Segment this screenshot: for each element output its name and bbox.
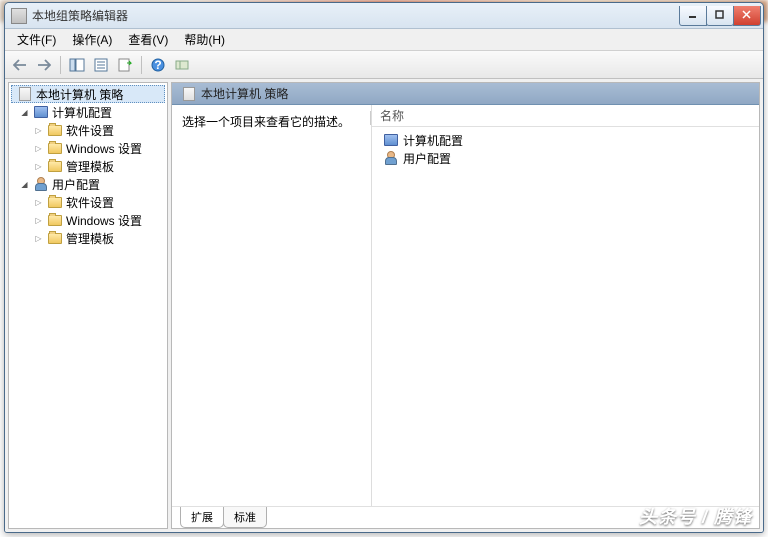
close-button[interactable] [733, 6, 761, 26]
tree-panel-icon [69, 57, 85, 73]
window-title: 本地组策略编辑器 [32, 7, 680, 24]
folder-icon [47, 231, 63, 245]
main-window: 本地组策略编辑器 文件(F) 操作(A) 查看(V) 帮助(H) [4, 2, 764, 533]
tree-label: 计算机配置 [52, 104, 112, 121]
app-icon [11, 8, 27, 24]
tree-toggle-icon[interactable] [33, 161, 44, 172]
help-button[interactable]: ? [147, 54, 169, 76]
tree-label: 用户配置 [52, 176, 100, 193]
description-text: 选择一个项目来查看它的描述。 [182, 115, 350, 129]
list-item-user-config[interactable]: 用户配置 [378, 149, 753, 167]
svg-text:?: ? [154, 58, 161, 72]
tree-toggle-icon[interactable] [33, 125, 44, 136]
export-button[interactable] [114, 54, 136, 76]
tree-user-config[interactable]: 用户配置 [11, 175, 165, 193]
menu-view[interactable]: 查看(V) [120, 29, 176, 50]
menu-action[interactable]: 操作(A) [64, 29, 120, 50]
filter-button[interactable] [171, 54, 193, 76]
tree-software-settings[interactable]: 软件设置 [11, 121, 165, 139]
tab-standard[interactable]: 标准 [223, 507, 267, 528]
content-header: 本地计算机 策略 [172, 83, 759, 105]
description-column: 选择一个项目来查看它的描述。 [172, 105, 372, 506]
tree-toggle-icon[interactable] [33, 143, 44, 154]
tree-windows-settings[interactable]: Windows 设置 [11, 211, 165, 229]
tree-panel[interactable]: 本地计算机 策略 计算机配置 软件设置 Windows 设置 [8, 82, 168, 529]
user-icon [383, 151, 399, 165]
computer-icon [383, 133, 399, 147]
menu-file[interactable]: 文件(F) [9, 29, 64, 50]
properties-button[interactable] [90, 54, 112, 76]
folder-icon [47, 195, 63, 209]
tree-root[interactable]: 本地计算机 策略 [11, 85, 165, 103]
tree-toggle-icon[interactable] [33, 215, 44, 226]
maximize-icon [715, 10, 725, 20]
computer-icon [33, 105, 49, 119]
content-panel: 本地计算机 策略 选择一个项目来查看它的描述。 名称 计算机配置 [171, 82, 760, 529]
tree-toggle-icon[interactable] [19, 107, 30, 118]
properties-icon [93, 57, 109, 73]
client-area: 本地计算机 策略 计算机配置 软件设置 Windows 设置 [5, 79, 763, 532]
tree-label: Windows 设置 [66, 212, 142, 229]
tree-software-settings[interactable]: 软件设置 [11, 193, 165, 211]
tree-admin-templates[interactable]: 管理模板 [11, 157, 165, 175]
list-item-label: 计算机配置 [403, 132, 463, 149]
help-icon: ? [150, 57, 166, 73]
list-items: 计算机配置 用户配置 [372, 127, 759, 171]
arrow-left-icon [13, 59, 27, 71]
filter-icon [174, 57, 190, 73]
menu-help[interactable]: 帮助(H) [176, 29, 233, 50]
list-item-label: 用户配置 [403, 150, 451, 167]
content-header-text: 本地计算机 策略 [201, 85, 288, 102]
tree-label: 管理模板 [66, 230, 114, 247]
minimize-button[interactable] [679, 6, 707, 26]
tree-label: 本地计算机 策略 [36, 86, 123, 103]
window-controls [680, 6, 761, 26]
toolbar-separator [60, 56, 61, 74]
toolbar: ? [5, 51, 763, 79]
minimize-icon [688, 10, 698, 20]
policy-icon [181, 87, 197, 101]
watermark: 头条号 / 腾锋 [639, 503, 752, 529]
content-body: 选择一个项目来查看它的描述。 名称 计算机配置 用户配置 [172, 105, 759, 506]
folder-icon [47, 141, 63, 155]
tree-windows-settings[interactable]: Windows 设置 [11, 139, 165, 157]
tree-label: Windows 设置 [66, 140, 142, 157]
maximize-button[interactable] [706, 6, 734, 26]
policy-icon [17, 87, 33, 101]
show-tree-button[interactable] [66, 54, 88, 76]
menubar: 文件(F) 操作(A) 查看(V) 帮助(H) [5, 29, 763, 51]
forward-button[interactable] [33, 54, 55, 76]
user-icon [33, 177, 49, 191]
list-item-computer-config[interactable]: 计算机配置 [378, 131, 753, 149]
tree-toggle-icon[interactable] [33, 197, 44, 208]
tree-toggle-icon[interactable] [19, 179, 30, 190]
folder-icon [47, 123, 63, 137]
tree-computer-config[interactable]: 计算机配置 [11, 103, 165, 121]
tree-label: 软件设置 [66, 122, 114, 139]
column-header-name[interactable]: 名称 [372, 105, 759, 127]
tree-toggle-icon[interactable] [33, 233, 44, 244]
tree-label: 软件设置 [66, 194, 114, 211]
list-column: 名称 计算机配置 用户配置 [372, 105, 759, 506]
folder-icon [47, 159, 63, 173]
arrow-right-icon [37, 59, 51, 71]
close-icon [742, 10, 752, 20]
tree-label: 管理模板 [66, 158, 114, 175]
titlebar[interactable]: 本地组策略编辑器 [5, 3, 763, 29]
back-button[interactable] [9, 54, 31, 76]
folder-icon [47, 213, 63, 227]
toolbar-separator [141, 56, 142, 74]
export-icon [117, 57, 133, 73]
tree-admin-templates[interactable]: 管理模板 [11, 229, 165, 247]
tab-extended[interactable]: 扩展 [180, 507, 224, 528]
